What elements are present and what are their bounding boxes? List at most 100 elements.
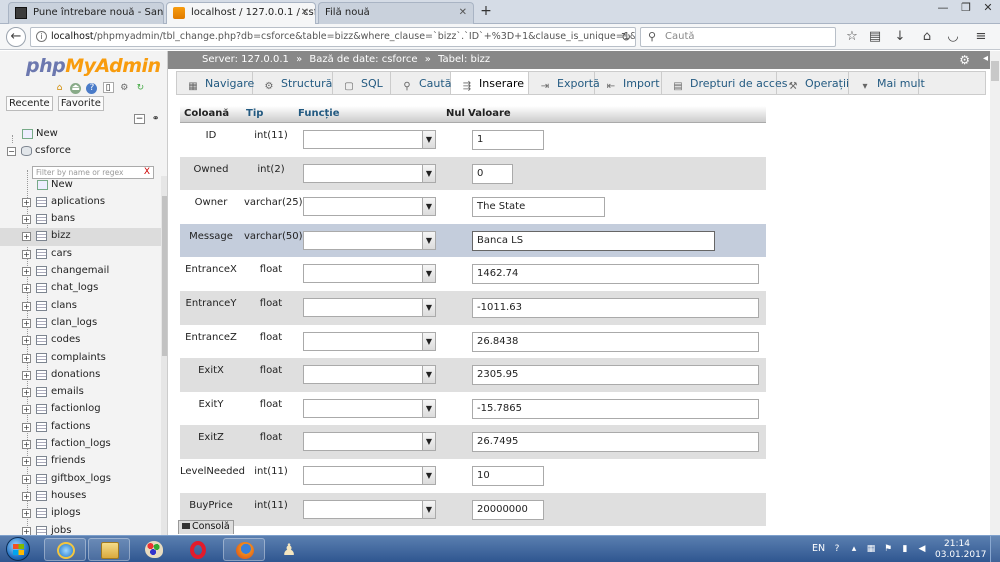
menu-tab-navigare[interactable]: ▦ Navigare: [177, 72, 254, 94]
expand-node-icon[interactable]: +: [22, 440, 31, 450]
phpmyadmin-logo[interactable]: phpMyAdmin: [26, 55, 161, 77]
expand-node-icon[interactable]: +: [22, 232, 31, 242]
browser-tab-question[interactable]: Pune întrebare nouă - San ...: [8, 2, 164, 24]
logout-icon[interactable]: ⏏: [70, 83, 82, 94]
expand-node-icon[interactable]: +: [22, 353, 31, 363]
chevron-down-icon[interactable]: ▼: [422, 466, 435, 484]
expand-node-icon[interactable]: +: [22, 267, 31, 277]
tree-item-table[interactable]: + faction_logs: [0, 436, 167, 453]
expand-node-icon[interactable]: +: [22, 318, 31, 328]
input-language[interactable]: EN: [812, 543, 825, 554]
taskbar-file-explorer[interactable]: [88, 538, 130, 561]
value-input[interactable]: 1462.74: [472, 264, 759, 285]
chevron-down-icon[interactable]: ▼: [422, 164, 435, 182]
chevron-down-icon[interactable]: ▼: [422, 298, 435, 316]
chevron-down-icon[interactable]: ▼: [422, 198, 435, 216]
value-input[interactable]: 20000000: [472, 499, 544, 520]
tree-item-table[interactable]: + jobs: [0, 523, 167, 535]
address-bar[interactable]: i localhost/phpmyadmin/tbl_change.php?db…: [30, 27, 636, 47]
breadcrumb-server[interactable]: Server: 127.0.0.1: [202, 54, 289, 65]
menu-tab-exportă[interactable]: ⇥ Exportă: [529, 72, 600, 94]
back-arrow-icon[interactable]: ←: [6, 27, 26, 47]
tree-item-table[interactable]: + factionlog: [0, 401, 167, 418]
collapse-node-icon[interactable]: −: [7, 147, 16, 157]
taskbar-internet-explorer[interactable]: [44, 538, 86, 561]
show-desktop-button[interactable]: [990, 536, 1000, 562]
value-input[interactable]: 1: [472, 130, 544, 150]
function-select[interactable]: ▼: [303, 365, 436, 385]
reload-icon[interactable]: ↻: [621, 30, 631, 44]
new-tab-button[interactable]: +: [478, 2, 494, 20]
collapse-all-icon[interactable]: −: [134, 114, 145, 124]
tree-item-table[interactable]: + aplications: [0, 194, 167, 211]
reading-list-icon[interactable]: ▤: [866, 28, 884, 46]
value-input[interactable]: 10: [472, 465, 544, 486]
tree-item-database[interactable]: − csforce: [0, 143, 167, 160]
help-tray-icon[interactable]: ?: [832, 544, 842, 554]
chevron-down-icon[interactable]: ▼: [422, 366, 435, 384]
expand-node-icon[interactable]: +: [22, 249, 31, 259]
value-input[interactable]: -15.7865: [472, 398, 759, 419]
chevron-down-icon[interactable]: ▼: [422, 131, 435, 148]
close-window-icon[interactable]: ✕: [977, 0, 999, 18]
breadcrumb-database[interactable]: Bază de date: csforce: [309, 54, 417, 65]
tree-item-table[interactable]: + clans: [0, 298, 167, 315]
pocket-icon[interactable]: ◡: [944, 28, 962, 46]
value-input[interactable]: The State: [472, 197, 605, 218]
menu-tab-operații[interactable]: ⚒ Operații: [777, 72, 849, 94]
function-select[interactable]: ▼: [303, 398, 436, 418]
show-hidden-icons-icon[interactable]: ▴: [849, 544, 859, 554]
expand-node-icon[interactable]: +: [22, 388, 31, 398]
breadcrumb-table[interactable]: Tabel: bizz: [438, 54, 490, 65]
tree-item-table[interactable]: + cars: [0, 246, 167, 263]
tray-app-icon[interactable]: ▦: [866, 544, 876, 554]
expand-node-icon[interactable]: +: [22, 509, 31, 519]
clear-filter-icon[interactable]: X: [144, 167, 150, 177]
favorite-tab[interactable]: Favorite: [57, 96, 104, 111]
settings-gear-icon[interactable]: ⚙: [119, 83, 130, 94]
menu-tab-inserare[interactable]: ⇶ Inserare: [451, 72, 529, 94]
function-select[interactable]: ▼: [303, 465, 436, 485]
network-icon[interactable]: ▮: [900, 544, 910, 554]
tree-item-table[interactable]: + factions: [0, 419, 167, 436]
tree-item-new-table[interactable]: New: [0, 177, 167, 194]
close-tab-icon[interactable]: ✕: [459, 7, 467, 18]
value-input[interactable]: 2305.95: [472, 365, 759, 386]
system-clock[interactable]: 21:14 03.01.2017: [935, 539, 987, 561]
function-select[interactable]: ▼: [303, 432, 436, 452]
reload-nav-icon[interactable]: ↻: [135, 83, 146, 94]
recent-tab[interactable]: Recente: [6, 96, 53, 111]
menu-tab-structură[interactable]: ⚙ Structură: [253, 72, 333, 94]
tree-item-table[interactable]: + giftbox_logs: [0, 471, 167, 488]
action-center-flag-icon[interactable]: ⚑: [883, 544, 893, 554]
menu-tab-mai-mult[interactable]: ▾ Mai mult: [849, 72, 925, 94]
bookmark-star-icon[interactable]: ☆: [843, 28, 861, 46]
minimize-icon[interactable]: —: [932, 0, 954, 18]
taskbar-opera[interactable]: [178, 538, 220, 561]
close-tab-icon[interactable]: ✕: [301, 7, 309, 18]
chevron-down-icon[interactable]: ▼: [422, 500, 435, 518]
function-select[interactable]: ▼: [303, 130, 436, 149]
tree-item-table[interactable]: + complaints: [0, 350, 167, 367]
tree-item-table[interactable]: + changemail: [0, 263, 167, 280]
taskbar-chess[interactable]: ♟: [268, 538, 310, 561]
docs-icon[interactable]: ▯: [102, 82, 114, 93]
chevron-down-icon[interactable]: ▼: [422, 231, 435, 249]
collapse-arrow-icon[interactable]: ◂: [983, 53, 988, 64]
site-info-icon[interactable]: i: [36, 31, 47, 42]
nav-scrollbar-thumb[interactable]: [162, 196, 167, 356]
expand-node-icon[interactable]: +: [22, 405, 31, 415]
chevron-down-icon[interactable]: ▼: [422, 332, 435, 350]
tree-item-table[interactable]: + clan_logs: [0, 315, 167, 332]
function-select[interactable]: ▼: [303, 230, 436, 250]
taskbar-paint[interactable]: [133, 538, 175, 561]
browser-tab-new[interactable]: Filă nouă ✕: [318, 2, 474, 24]
value-input[interactable]: 26.8438: [472, 331, 759, 352]
expand-node-icon[interactable]: +: [22, 422, 31, 432]
nav-scrollbar[interactable]: [161, 176, 167, 535]
expand-node-icon[interactable]: +: [22, 215, 31, 225]
chevron-down-icon[interactable]: ▼: [422, 399, 435, 417]
console-toggle[interactable]: Consolă: [178, 520, 234, 534]
tree-item-new-database[interactable]: New: [0, 126, 167, 143]
value-input[interactable]: 0: [472, 163, 513, 184]
